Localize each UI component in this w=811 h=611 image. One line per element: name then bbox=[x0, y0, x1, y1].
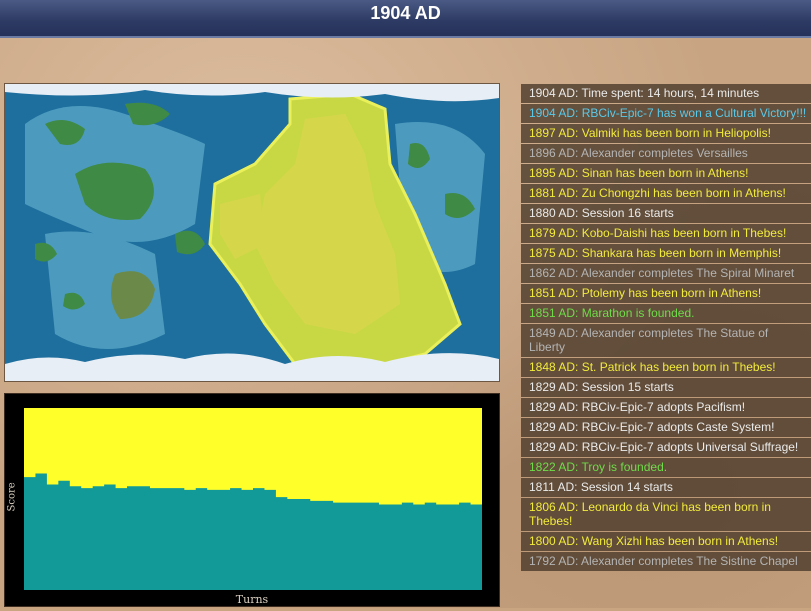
log-entry: 1862 AD: Alexander completes The Spiral … bbox=[521, 264, 811, 283]
world-map-svg bbox=[5, 84, 499, 381]
log-entry: 1829 AD: RBCiv-Epic-7 adopts Caste Syste… bbox=[521, 418, 811, 437]
log-entry: 1849 AD: Alexander completes The Statue … bbox=[521, 324, 811, 357]
log-entry: 1792 AD: Alexander completes The Sistine… bbox=[521, 552, 811, 571]
world-map bbox=[4, 83, 500, 382]
log-entry: 1829 AD: RBCiv-Epic-7 adopts Universal S… bbox=[521, 438, 811, 457]
log-entry: 1829 AD: RBCiv-Epic-7 adopts Pacifism! bbox=[521, 398, 811, 417]
log-entry: 1851 AD: Marathon is founded. bbox=[521, 304, 811, 323]
log-entry: 1851 AD: Ptolemy has been born in Athens… bbox=[521, 284, 811, 303]
log-entry: 1811 AD: Session 14 starts bbox=[521, 478, 811, 497]
log-entry: 1829 AD: Session 15 starts bbox=[521, 378, 811, 397]
log-entry: 1848 AD: St. Patrick has been born in Th… bbox=[521, 358, 811, 377]
log-entry: 1896 AD: Alexander completes Versailles bbox=[521, 144, 811, 163]
graph-y-axis-label: Score bbox=[6, 482, 18, 512]
log-entry: 1895 AD: Sinan has been born in Athens! bbox=[521, 164, 811, 183]
log-entry: 1800 AD: Wang Xizhi has been born in Ath… bbox=[521, 532, 811, 551]
log-entry: 1875 AD: Shankara has been born in Memph… bbox=[521, 244, 811, 263]
score-graph: Score Turns bbox=[4, 393, 500, 607]
log-entry: 1879 AD: Kobo-Daishi has been born in Th… bbox=[521, 224, 811, 243]
log-entry: 1822 AD: Troy is founded. bbox=[521, 458, 811, 477]
log-entry: 1880 AD: Session 16 starts bbox=[521, 204, 811, 223]
log-entry: 1904 AD: Time spent: 14 hours, 14 minute… bbox=[521, 84, 811, 103]
event-log: 1904 AD: Time spent: 14 hours, 14 minute… bbox=[521, 84, 811, 608]
log-entry: 1806 AD: Leonardo da Vinci has been born… bbox=[521, 498, 811, 531]
graph-plot-area bbox=[24, 408, 482, 590]
graph-x-axis-label: Turns bbox=[235, 593, 269, 606]
log-entry: 1904 AD: RBCiv-Epic-7 has won a Cultural… bbox=[521, 104, 811, 123]
log-entry: 1881 AD: Zu Chongzhi has been born in At… bbox=[521, 184, 811, 203]
log-entry: 1897 AD: Valmiki has been born in Heliop… bbox=[521, 124, 811, 143]
title-bar: 1904 AD bbox=[0, 0, 811, 38]
turn-date-title: 1904 AD bbox=[370, 3, 441, 23]
score-graph-svg bbox=[24, 408, 482, 590]
